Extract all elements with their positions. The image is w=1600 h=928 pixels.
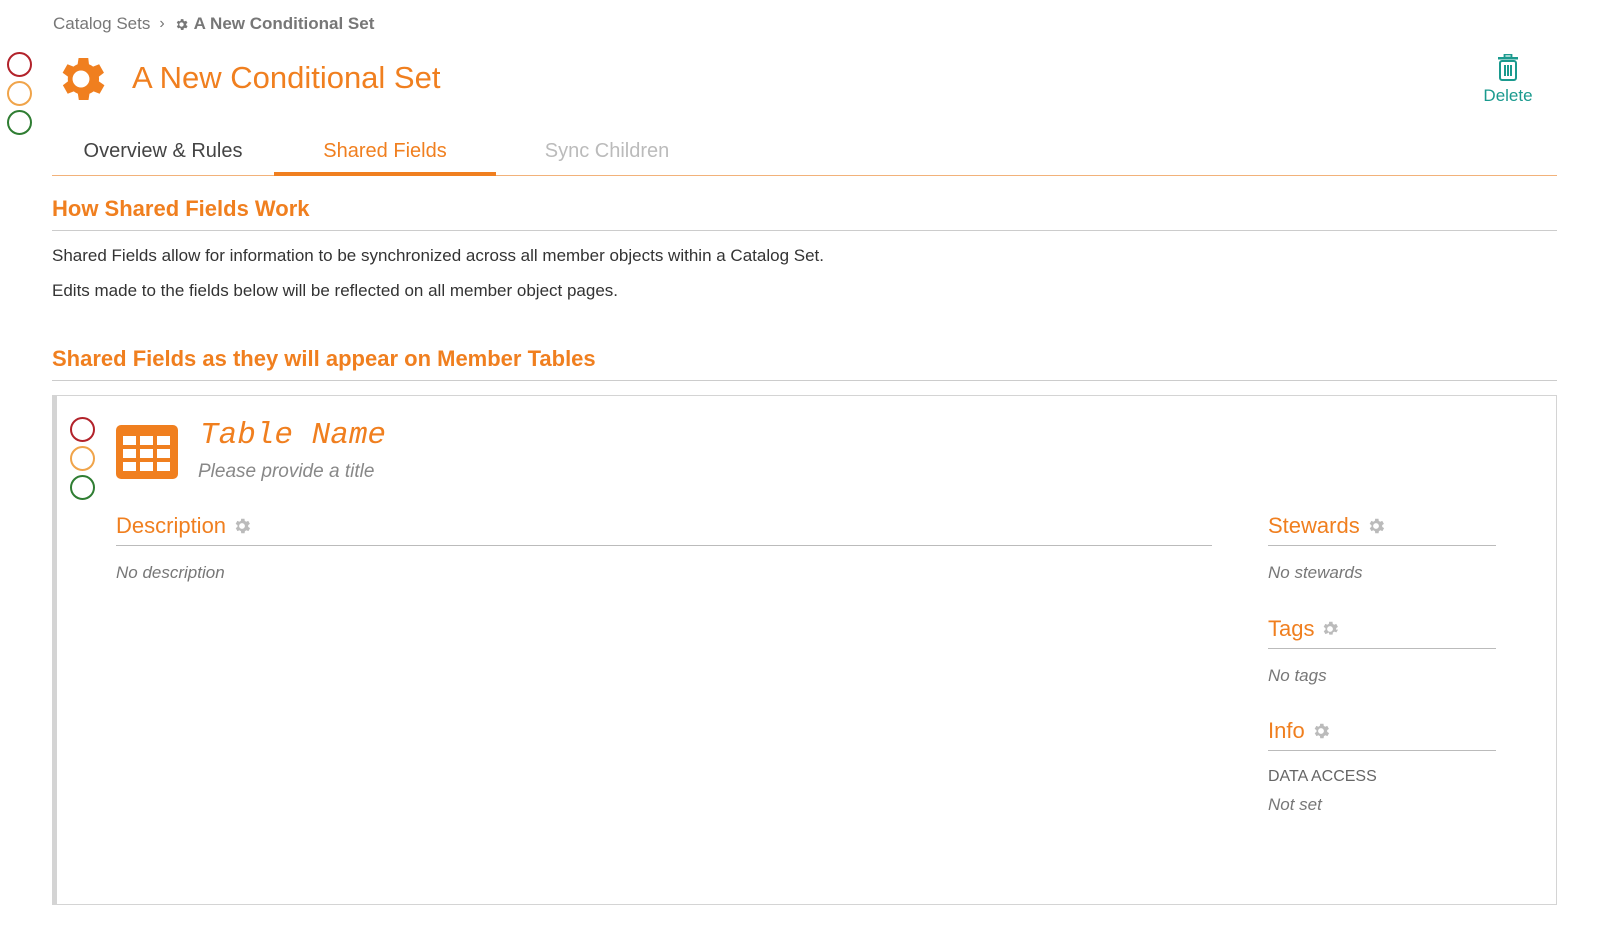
chevron-right-icon: › <box>159 15 165 32</box>
tags-value: No tags <box>1268 666 1327 685</box>
how-shared-fields-heading: How Shared Fields Work <box>52 196 1557 231</box>
tags-heading: Tags <box>1268 616 1496 649</box>
data-access-value: Not set <box>1268 795 1322 814</box>
stewards-heading: Stewards <box>1268 513 1496 546</box>
status-dot-red <box>7 52 32 77</box>
tab-bar: Overview & Rules Shared Fields Sync Chil… <box>52 130 1557 176</box>
status-dot-green <box>7 110 32 135</box>
status-dot-yellow <box>7 81 32 106</box>
description-label: Description <box>116 513 227 538</box>
gear-icon <box>62 57 105 101</box>
delete-label: Delete <box>1483 86 1533 105</box>
delete-button[interactable]: Delete <box>1476 54 1540 106</box>
breadcrumb-current-label: A New Conditional Set <box>193 14 375 33</box>
gear-icon[interactable] <box>232 516 252 536</box>
stewards-label: Stewards <box>1268 513 1360 538</box>
stewards-value: No stewards <box>1268 563 1363 582</box>
breadcrumb: Catalog Sets › A New Conditional Set <box>53 14 374 34</box>
data-access-label: DATA ACCESS <box>1268 768 1377 785</box>
gear-icon[interactable] <box>1311 721 1331 741</box>
trash-icon <box>1498 54 1518 81</box>
how-description-line-1: Shared Fields allow for information to b… <box>52 246 824 265</box>
table-name-field[interactable]: Table Name <box>200 418 386 453</box>
gear-icon[interactable] <box>1320 619 1340 639</box>
table-title-placeholder[interactable]: Please provide a title <box>198 461 374 483</box>
description-value: No description <box>116 563 225 582</box>
info-heading: Info <box>1268 718 1496 751</box>
tags-label: Tags <box>1268 616 1315 641</box>
breadcrumb-link-catalog-sets[interactable]: Catalog Sets <box>53 14 150 34</box>
tab-overview-rules[interactable]: Overview & Rules <box>52 130 274 176</box>
status-dot-yellow <box>70 446 95 471</box>
table-icon <box>116 425 178 479</box>
info-label: Info <box>1268 718 1305 743</box>
shared-fields-preview-heading: Shared Fields as they will appear on Mem… <box>52 346 1557 381</box>
status-dot-red <box>70 417 95 442</box>
status-indicator <box>7 52 32 135</box>
breadcrumb-current: A New Conditional Set <box>174 14 375 34</box>
preview-status-indicator <box>70 417 95 500</box>
status-dot-green <box>70 475 95 500</box>
tab-sync-children[interactable]: Sync Children <box>496 130 718 176</box>
how-description-line-2: Edits made to the fields below will be r… <box>52 281 619 300</box>
tab-shared-fields[interactable]: Shared Fields <box>274 130 496 176</box>
page-title: A New Conditional Set <box>132 60 441 95</box>
gear-icon[interactable] <box>1366 516 1386 536</box>
description-heading: Description <box>116 513 1212 546</box>
gear-icon <box>176 18 188 30</box>
